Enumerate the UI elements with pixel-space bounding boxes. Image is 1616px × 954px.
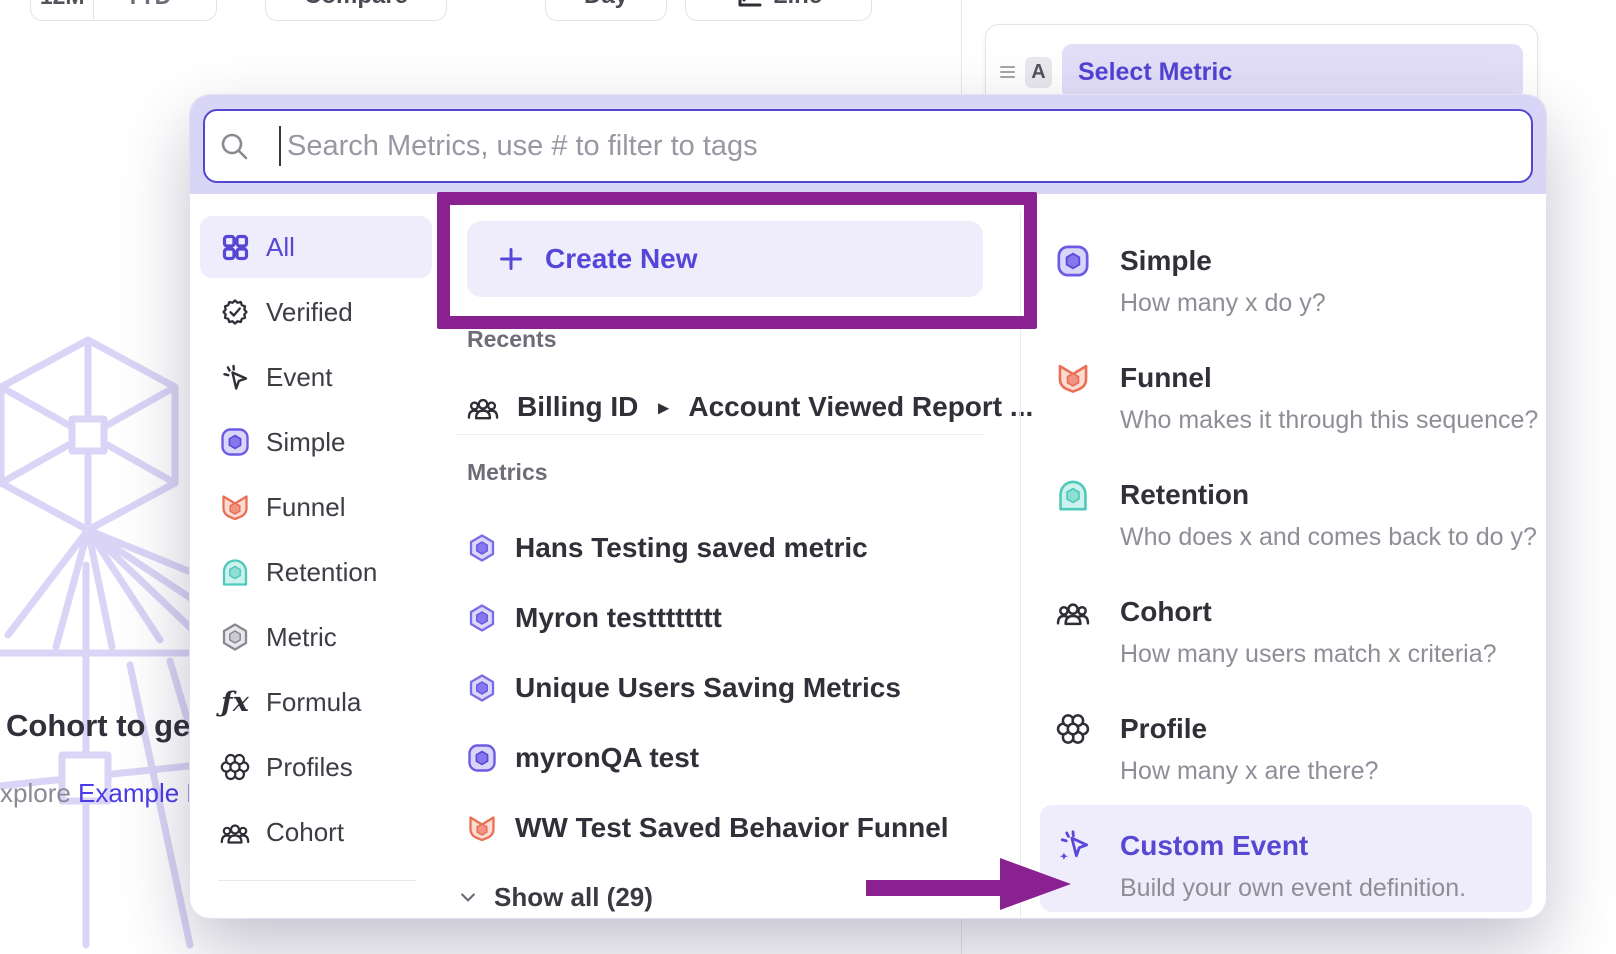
type-cohort[interactable]: Cohort [1120,597,1212,627]
line-chart-icon [735,0,763,10]
recents-metrics-divider [455,434,985,435]
sidebar-item-all[interactable]: All [200,216,432,278]
search-placeholder: Search Metrics, use # to filter to tags [287,130,758,163]
cohort-people-icon [1056,595,1090,629]
screen: 12M YTD Compare Day Line A Select Metric… [0,0,1616,954]
funnel-icon [220,492,250,522]
chevron-down-icon [458,887,478,907]
sidebar-item-simple[interactable]: Simple [200,411,432,473]
cohort-people-icon [220,817,250,847]
cohort-people-icon [467,391,499,423]
search-input[interactable]: Search Metrics, use # to filter to tags [203,109,1533,183]
profiles-flower-icon [1056,712,1090,746]
recent-item-row[interactable]: Billing ID ▸ Account Viewed Report ... [467,385,1033,429]
show-all-toggle[interactable]: Show all (29) [458,877,653,917]
sidebar-item-tags-partial[interactable]: T [200,901,432,918]
sidebar-item-cohort[interactable]: Cohort [200,801,432,863]
saved-metric-icon [467,673,497,703]
select-metric-field[interactable]: Select Metric [1062,44,1523,100]
event-cursor-icon [220,362,250,392]
sidebar-divider [218,880,416,881]
empty-state-heading: Cohort to ge [6,708,190,744]
metrics-heading: Metrics [467,459,548,486]
time-range-ytd[interactable]: YTD [104,0,216,20]
annotation-arrow [858,846,1076,916]
profiles-flower-icon [220,752,250,782]
drag-handle-icon[interactable] [1000,66,1015,78]
type-funnel-desc: Who makes it through this sequence? [1120,407,1538,433]
simple-metric-icon [467,743,497,773]
type-simple[interactable]: Simple [1120,246,1212,276]
funnel-icon [1056,361,1090,395]
sidebar-item-formula[interactable]: ƒx Formula [200,671,432,733]
breadcrumb-arrow-icon: ▸ [658,395,668,420]
type-funnel[interactable]: Funnel [1120,363,1212,393]
type-custom-event[interactable]: Custom Event [1120,831,1308,861]
sidebar-item-profiles[interactable]: Profiles [200,736,432,798]
type-profile-desc: How many x are there? [1120,758,1378,784]
granularity-day-button[interactable]: Day [545,0,667,21]
compare-button[interactable]: Compare [265,0,447,21]
empty-state-explore: xplore Example R [0,778,205,809]
saved-metric-icon [467,533,497,563]
recents-heading: Recents [467,326,556,353]
funnel-icon [467,813,497,843]
sidebar-item-metric[interactable]: Metric [200,606,432,668]
type-simple-desc: How many x do y? [1120,290,1326,316]
simple-metric-icon [220,427,250,457]
series-badge: A [1025,57,1052,88]
metric-list-item[interactable]: Hans Testing saved metric [467,526,868,570]
type-profile[interactable]: Profile [1120,714,1207,744]
metric-list-item[interactable]: WW Test Saved Behavior Funnel [467,806,949,850]
type-retention-desc: Who does x and comes back to do y? [1120,524,1537,550]
tag-icon [220,917,250,918]
type-custom-event-desc: Build your own event definition. [1120,875,1466,901]
verified-badge-icon [220,297,250,327]
metric-list-item[interactable]: Myron testttttttt [467,596,722,640]
example-reports-link[interactable]: Example R [78,778,205,808]
saved-metric-icon [467,603,497,633]
sidebar-item-event[interactable]: Event [200,346,432,408]
chevron-down-icon [179,0,195,4]
text-cursor [279,126,281,166]
wireframe-illustration [0,335,200,954]
sidebar-item-verified[interactable]: Verified [200,281,432,343]
annotation-highlight-box [437,192,1037,329]
time-range-12m[interactable]: 12M [31,0,94,20]
retention-icon [220,557,250,587]
time-range-segmented-control[interactable]: 12M YTD [30,0,217,21]
saved-metric-icon [220,622,250,652]
simple-metric-icon [1056,244,1090,278]
metric-list-item[interactable]: Unique Users Saving Metrics [467,666,901,710]
sidebar-item-retention[interactable]: Retention [200,541,432,603]
sidebar-item-funnel[interactable]: Funnel [200,476,432,538]
grid-icon [220,232,250,262]
retention-icon [1056,478,1090,512]
search-icon [219,131,249,161]
formula-icon: ƒx [220,687,250,718]
type-retention[interactable]: Retention [1120,480,1249,510]
metric-list-item[interactable]: myronQA test [467,736,699,780]
chart-type-line-button[interactable]: Line [685,0,872,21]
type-cohort-desc: How many users match x criteria? [1120,641,1497,667]
